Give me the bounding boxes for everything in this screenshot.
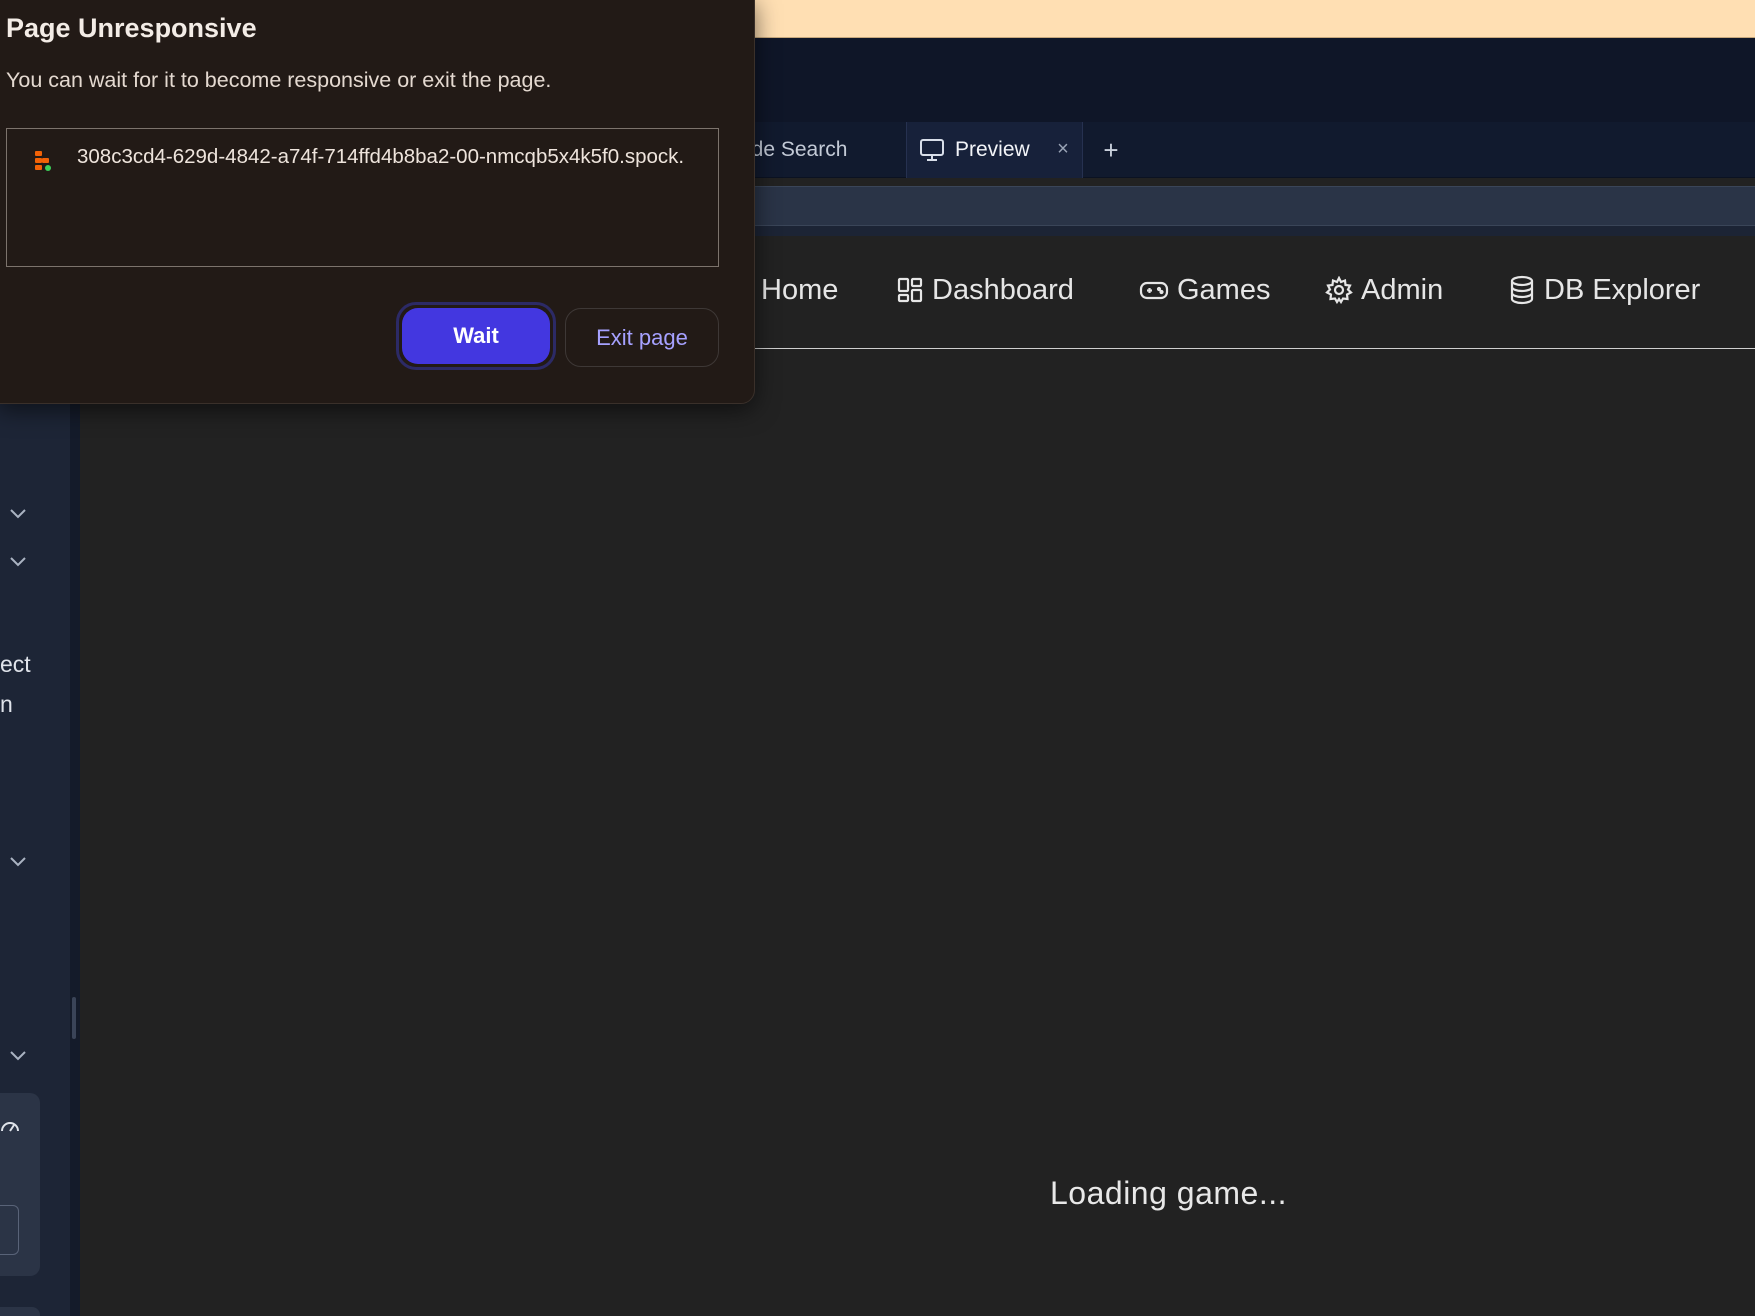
nav-home-label: Home <box>761 273 839 306</box>
gauge-icon <box>1 1122 19 1132</box>
gear-icon <box>1325 276 1353 304</box>
dialog-title: Page Unresponsive <box>6 13 257 43</box>
nav-dashboard[interactable]: Dashboard <box>896 272 1074 308</box>
tab-code-search-label: ode Search <box>740 138 848 161</box>
page-unresponsive-dialog: Page Unresponsive You can wait for it to… <box>0 0 755 404</box>
tab-preview[interactable]: Preview × <box>906 122 1083 178</box>
chevron-down-icon[interactable] <box>8 554 28 568</box>
gamepad-icon <box>1139 281 1169 300</box>
wait-button[interactable]: Wait <box>396 302 556 370</box>
unresponsive-page-list: 308c3cd4-629d-4842-a74f-714ffd4b8ba2-00-… <box>6 128 719 267</box>
nav-db-explorer-label: DB Explorer <box>1544 273 1701 306</box>
chevron-down-icon[interactable] <box>8 854 28 868</box>
loading-message: Loading game... <box>1050 1175 1287 1211</box>
resize-handle[interactable] <box>72 997 76 1039</box>
monitor-icon <box>920 139 944 161</box>
exit-page-button[interactable]: Exit page <box>565 308 719 367</box>
sidebar-bottom-card <box>0 1307 40 1316</box>
chevron-down-icon[interactable] <box>8 506 28 520</box>
nav-home[interactable]: Home <box>761 272 838 308</box>
sidebar-text-partial: n <box>0 691 13 717</box>
sidebar-card <box>0 1093 40 1276</box>
nav-db-explorer[interactable]: DB Explorer <box>1508 272 1700 308</box>
unresponsive-page-url: 308c3cd4-629d-4842-a74f-714ffd4b8ba2-00-… <box>77 145 685 168</box>
nav-games[interactable]: Games <box>1139 272 1270 308</box>
sidebar-input-field[interactable] <box>0 1205 19 1255</box>
dialog-message: You can wait for it to become responsive… <box>6 68 552 92</box>
app-window: ode Search Preview × + ect n Home Dashbo… <box>0 0 1755 1316</box>
database-icon <box>1510 275 1534 305</box>
chevron-down-icon[interactable] <box>8 1048 28 1062</box>
nav-dashboard-label: Dashboard <box>932 273 1074 306</box>
nav-admin[interactable]: Admin <box>1325 272 1443 308</box>
nav-admin-label: Admin <box>1361 273 1444 306</box>
close-tab-icon[interactable]: × <box>1052 138 1074 160</box>
new-tab-button[interactable]: + <box>1096 122 1126 178</box>
nav-games-label: Games <box>1177 273 1271 306</box>
wait-button-label: Wait <box>402 308 550 364</box>
sidebar-text-partial: ect <box>0 651 31 677</box>
tab-preview-label: Preview <box>955 138 1030 161</box>
dashboard-grid-icon <box>897 277 923 303</box>
site-favicon-icon <box>35 151 51 171</box>
